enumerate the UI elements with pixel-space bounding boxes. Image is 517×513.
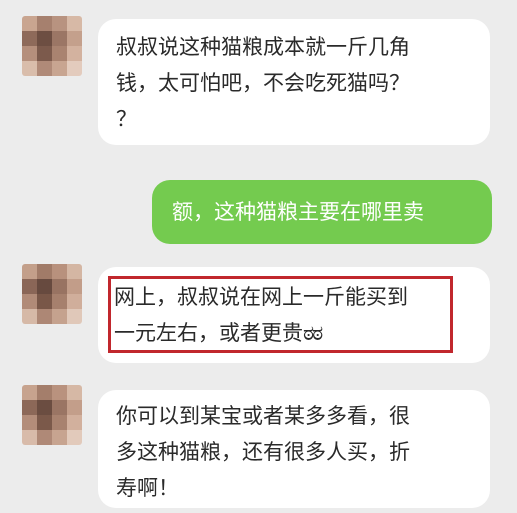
message-text-line: 你可以到某宝或者某多多看，很: [116, 404, 410, 428]
message-text-line: 叔叔说这种猫粮成本就一斤几角: [116, 35, 410, 59]
message-text-line: 寿啊！: [116, 476, 179, 500]
contact-avatar[interactable]: [22, 385, 82, 445]
message-text-line: ？: [116, 107, 137, 131]
contact-avatar[interactable]: [22, 264, 82, 324]
message-text-line: 多这种猫粮，还有很多人买，折: [116, 440, 410, 464]
outgoing-message-bubble: 额，这种猫粮主要在哪里卖: [152, 180, 492, 244]
incoming-message-bubble: 叔叔说这种猫粮成本就一斤几角 钱，太可怕吧，不会吃死猫吗？ ？: [98, 19, 490, 145]
contact-avatar[interactable]: [22, 16, 82, 76]
message-text-line: 额，这种猫粮主要在哪里卖: [172, 200, 424, 224]
incoming-message-bubble: 你可以到某宝或者某多多看，很 多这种猫粮，还有很多人买，折 寿啊！: [98, 390, 490, 508]
message-text-line: 钱，太可怕吧，不会吃死猫吗？: [116, 71, 410, 95]
highlight-box: [108, 276, 453, 353]
